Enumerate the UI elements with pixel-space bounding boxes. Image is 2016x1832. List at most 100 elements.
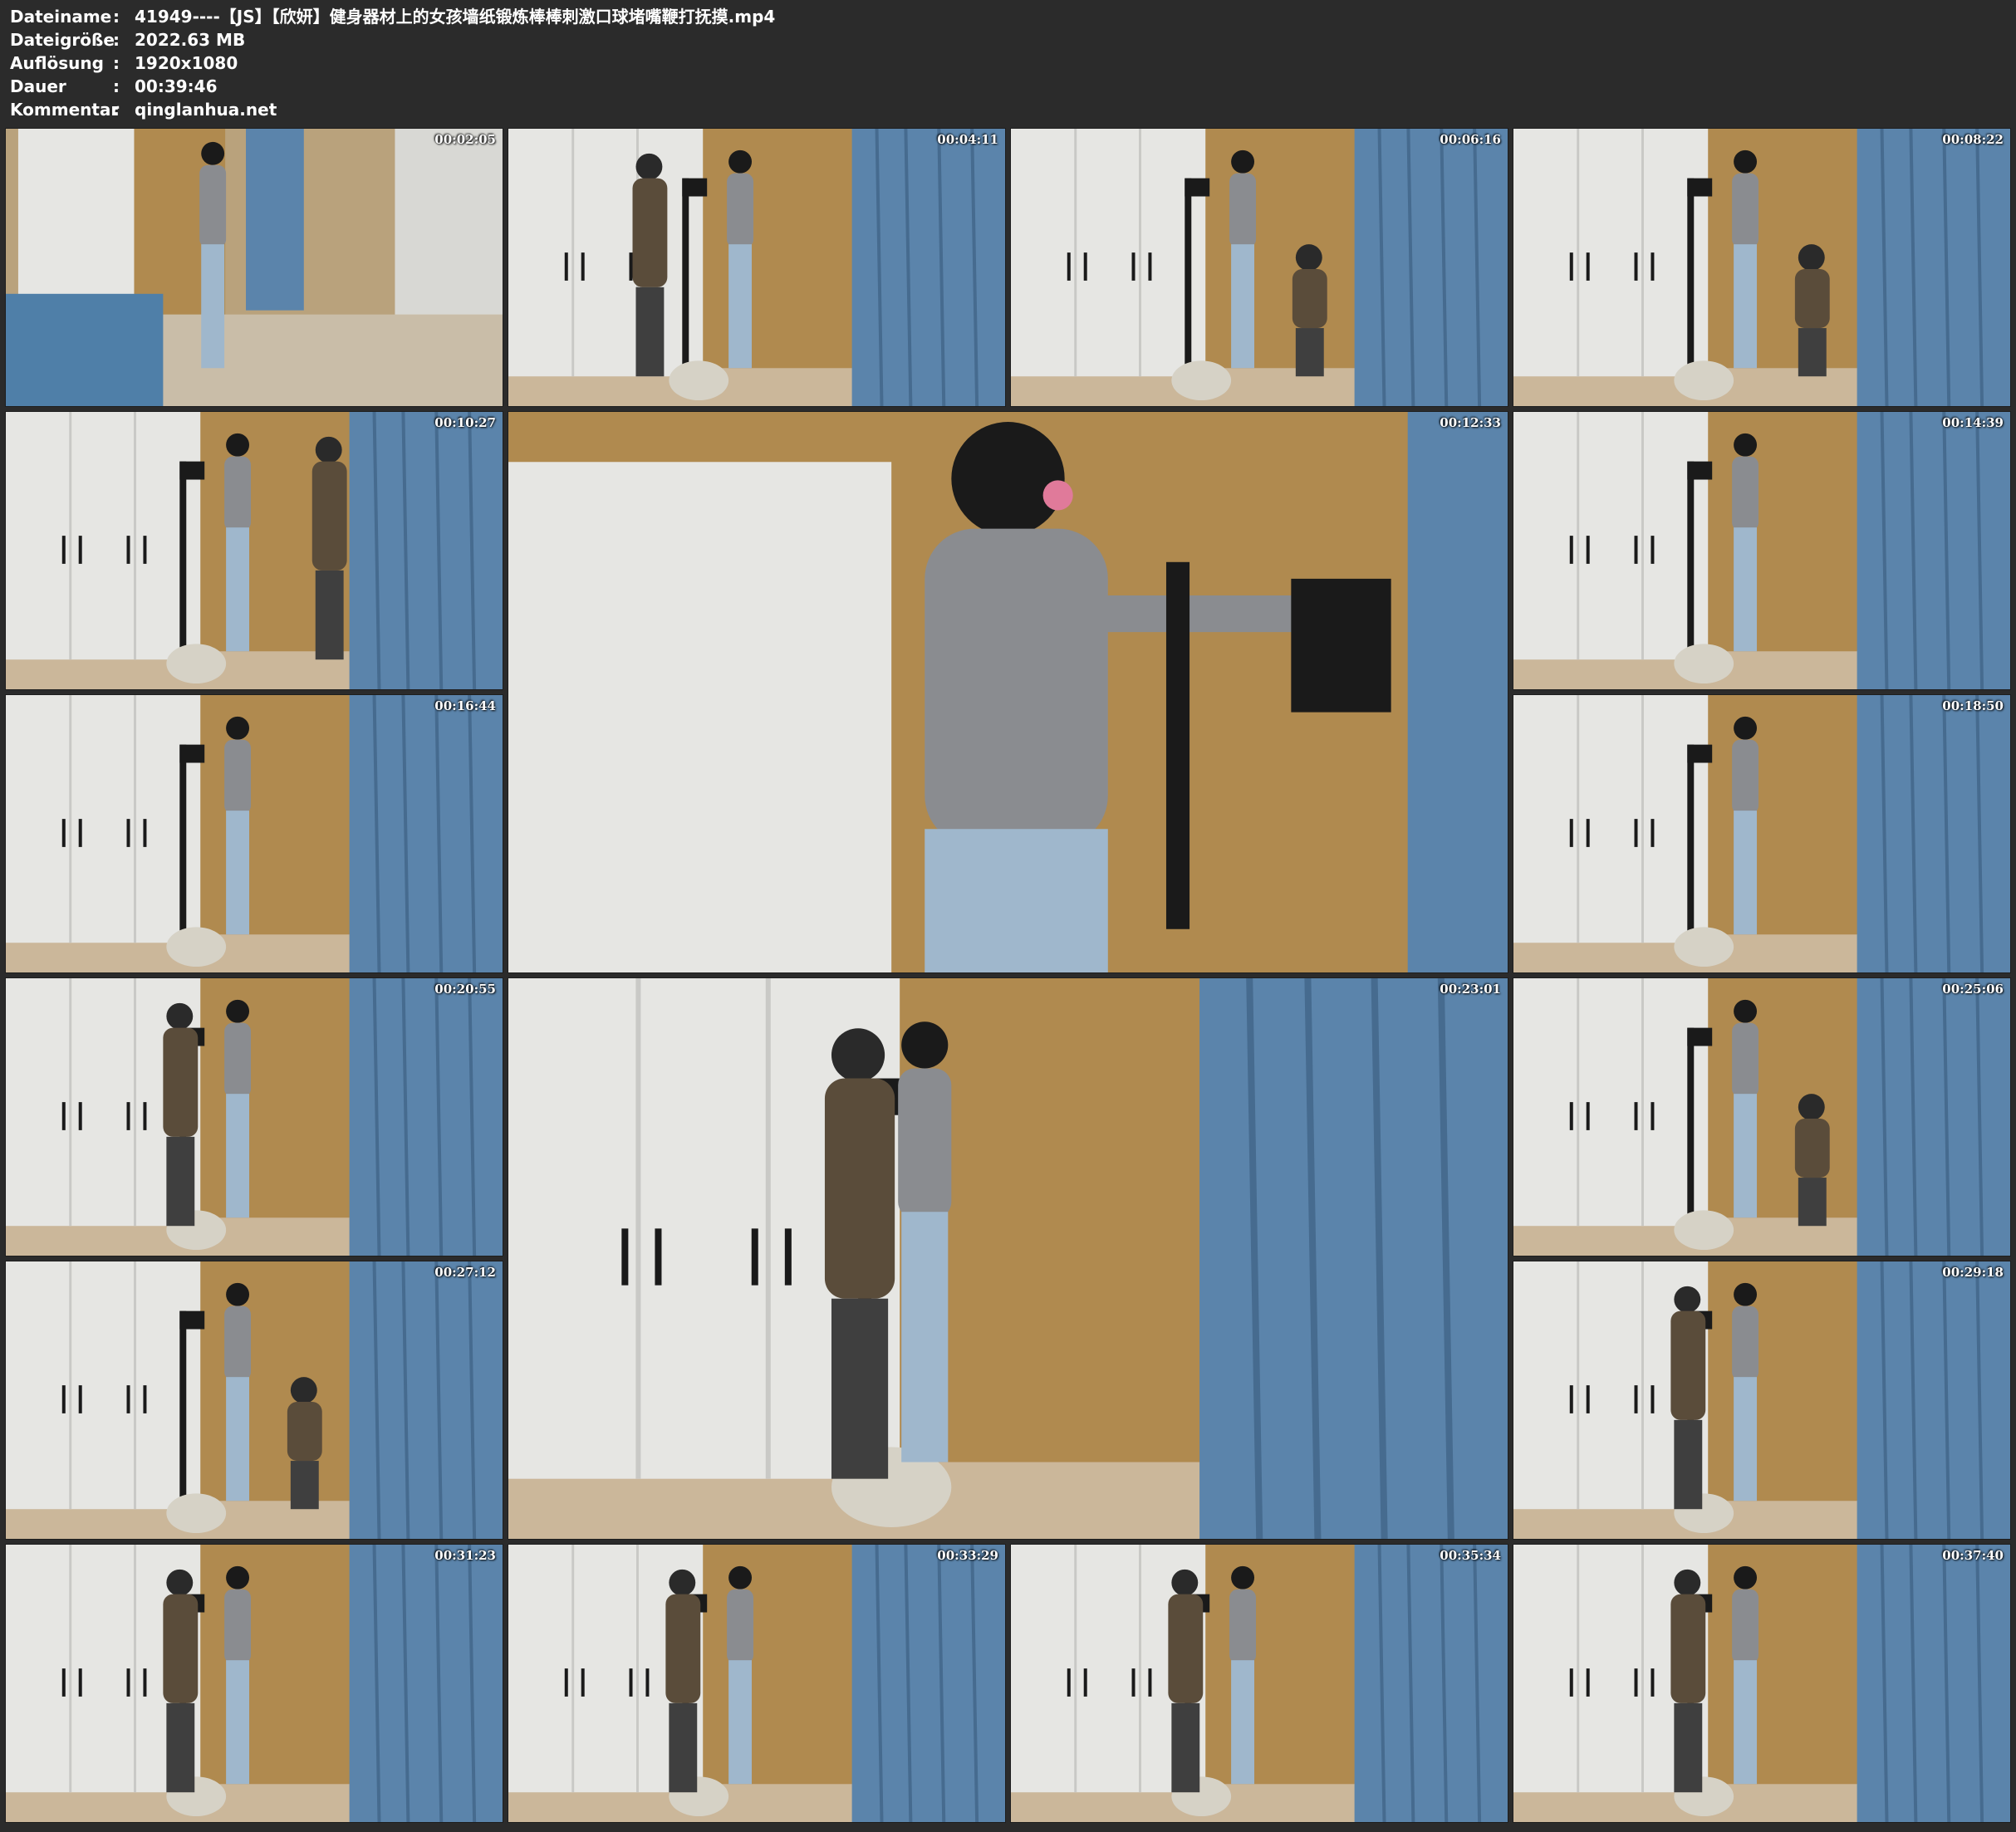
thumbnail-timestamp: 00:12:33 — [1440, 415, 1501, 430]
wardrobe-handle — [143, 819, 147, 847]
blue-curtain — [1857, 412, 2010, 689]
thumbnail-timestamp: 00:27:12 — [434, 1265, 496, 1280]
wardrobe-handle — [1651, 819, 1655, 847]
blue-curtain — [1407, 412, 1508, 972]
woman-head — [226, 433, 250, 457]
wardrobe-handle — [581, 252, 585, 281]
thumbnail-scene — [1513, 1261, 2010, 1539]
man-head — [1798, 244, 1825, 271]
wardrobe-handle — [1651, 1102, 1655, 1130]
thumbnail-scene — [6, 129, 503, 406]
trainer-post — [1687, 178, 1695, 377]
man-head — [1798, 1094, 1825, 1120]
thumbnail-timestamp: 00:02:05 — [434, 132, 496, 147]
woman-legs — [1231, 244, 1255, 369]
blue-curtain — [1857, 978, 2010, 1256]
trainer-post — [1687, 1027, 1695, 1227]
woman-torso — [1732, 1022, 1759, 1098]
trainer-flywheel — [166, 1493, 227, 1534]
trainer-post — [179, 461, 187, 660]
woman-torso — [1229, 1589, 1257, 1664]
woman-legs — [226, 1660, 250, 1785]
woman-torso — [1732, 456, 1759, 531]
wardrobe-handle — [143, 1668, 147, 1697]
thumbnail-scene — [508, 978, 1508, 1539]
wardrobe — [1513, 978, 1709, 1227]
thumbnail-scene — [508, 1545, 1005, 1822]
wardrobe-handle — [1569, 536, 1573, 564]
thumbnail-scene — [508, 412, 1508, 972]
woman-head — [226, 1282, 250, 1306]
woman-head — [226, 999, 250, 1023]
wardrobe-handle — [1067, 252, 1071, 281]
thumbnail-timestamp: 00:08:22 — [1942, 132, 2004, 147]
wardrobe-handle — [61, 1668, 66, 1697]
wardrobe-handle — [61, 536, 66, 564]
video-thumbnail: 00:08:22 — [1513, 128, 2011, 407]
video-thumbnail: 00:02:05 — [5, 128, 503, 407]
thumbnail-scene — [6, 1545, 503, 1822]
video-thumbnail: 00:23:01 — [508, 977, 1508, 1540]
wardrobe-handle — [1569, 1668, 1573, 1697]
wardrobe-handle — [1586, 252, 1590, 281]
woman-head — [728, 1565, 753, 1590]
wardrobe-handle — [1651, 536, 1655, 564]
trainer-post — [179, 1310, 187, 1510]
woman-torso — [727, 173, 754, 248]
woman-torso — [1732, 1305, 1759, 1381]
thumbnail-timestamp: 00:06:16 — [1440, 132, 1501, 147]
thumbnail-scene — [1011, 1545, 1508, 1822]
man-hoodie — [163, 1027, 199, 1137]
woman-legs — [1231, 1660, 1255, 1785]
video-thumbnail: 00:04:11 — [508, 128, 1006, 407]
wardrobe — [1513, 412, 1709, 660]
thumbnail-timestamp: 00:14:39 — [1942, 415, 2004, 430]
trainer-post — [179, 744, 187, 943]
thumbnail-grid: 00:02:05 00:04:11 00:06:16 00:08:22 00:10:27… — [0, 0, 2016, 1832]
thumbnail-scene — [1513, 695, 2010, 972]
wardrobe-handle — [1651, 252, 1655, 281]
wardrobe-handle — [1634, 1102, 1638, 1130]
wardrobe — [1011, 129, 1206, 377]
man-pants — [1798, 328, 1827, 377]
blue-curtain — [349, 1545, 503, 1822]
man-hoodie — [1670, 1594, 1706, 1703]
man-pants — [669, 1702, 698, 1793]
wardrobe — [6, 412, 201, 660]
wardrobe-handle — [1634, 1385, 1638, 1413]
bed — [6, 293, 164, 406]
thumbnail-timestamp: 00:35:34 — [1440, 1548, 1501, 1563]
blue-curtain — [1857, 1545, 2010, 1822]
man-head — [1295, 244, 1322, 271]
man-head — [315, 436, 342, 463]
thumbnail-timestamp: 00:31:23 — [434, 1548, 496, 1563]
wardrobe-handle — [1586, 1668, 1590, 1697]
man-head — [635, 153, 663, 180]
wardrobe-handle — [1634, 819, 1638, 847]
man-hoodie — [824, 1078, 895, 1299]
man-pants — [1674, 1419, 1703, 1510]
man-hoodie — [1168, 1594, 1204, 1703]
man-head — [669, 1569, 696, 1596]
video-thumbnail: 00:35:34 — [1010, 1544, 1508, 1823]
blue-curtain — [851, 129, 1005, 406]
woman-torso — [224, 456, 252, 531]
woman-legs — [728, 244, 753, 369]
wardrobe-handle — [126, 1102, 130, 1130]
video-thumbnail: 00:16:44 — [5, 694, 503, 973]
woman-head — [226, 1565, 250, 1590]
head — [201, 141, 225, 165]
wardrobe-handle — [78, 1102, 82, 1130]
thumbnail-timestamp: 00:18:50 — [1942, 698, 2004, 713]
wardrobe-handle — [1651, 1668, 1655, 1697]
man-pants — [290, 1461, 319, 1510]
gag-ball — [1042, 480, 1073, 511]
man-pants — [831, 1298, 889, 1479]
wardrobe-handle — [126, 1385, 130, 1413]
wardrobe — [1513, 129, 1709, 377]
wardrobe-handle — [655, 1228, 662, 1286]
machine-console — [1291, 578, 1391, 713]
man-hoodie — [1670, 1310, 1706, 1420]
man-pants — [1295, 328, 1324, 377]
thumbnail-scene — [1513, 412, 2010, 689]
